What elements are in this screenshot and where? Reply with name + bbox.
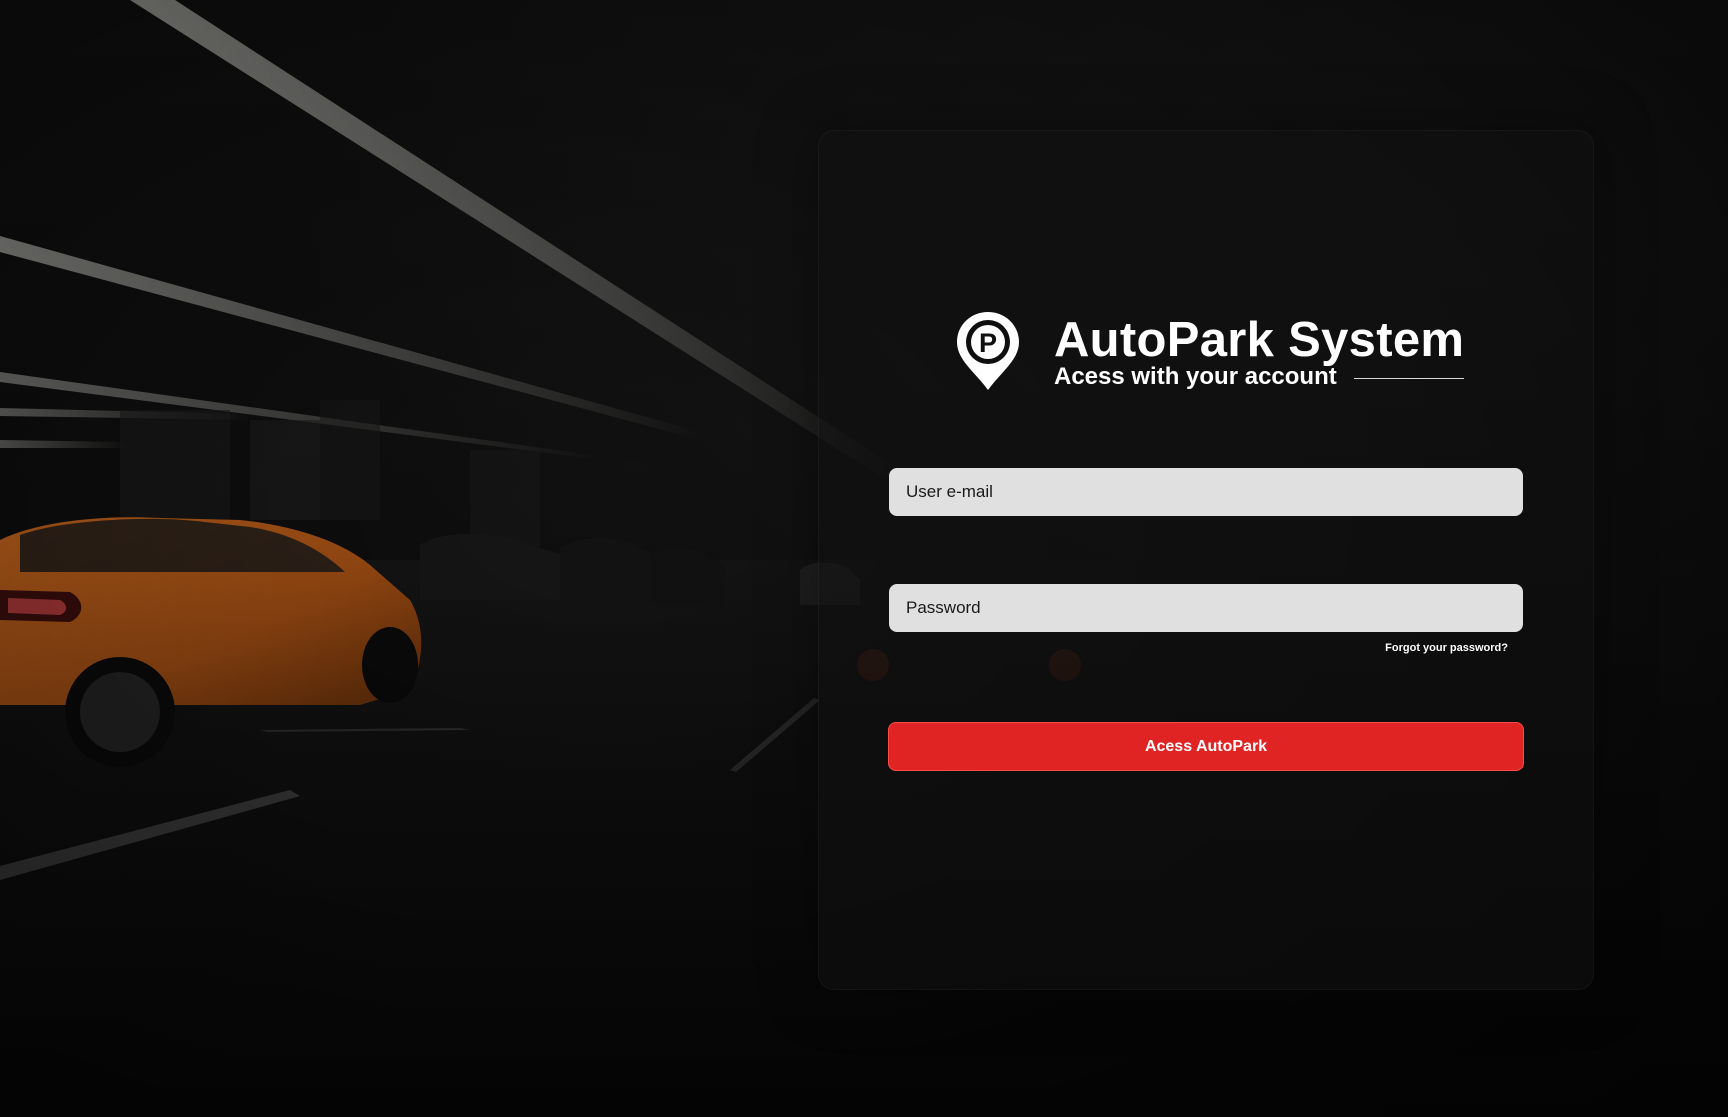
access-button[interactable]: Acess AutoPark bbox=[888, 722, 1524, 771]
subtitle-divider bbox=[1354, 378, 1464, 379]
app-subtitle: Acess with your account bbox=[1054, 363, 1337, 390]
svg-text:P: P bbox=[979, 328, 997, 358]
email-field[interactable] bbox=[889, 468, 1523, 516]
login-card bbox=[818, 130, 1594, 990]
password-field[interactable] bbox=[889, 584, 1523, 632]
brand-header: P AutoPark System Acess with your accoun… bbox=[955, 310, 1475, 400]
login-page: P AutoPark System Acess with your accoun… bbox=[0, 0, 1728, 1117]
app-title: AutoPark System bbox=[1054, 313, 1465, 367]
parking-pin-icon: P bbox=[957, 312, 1019, 390]
forgot-password-link[interactable]: Forgot your password? bbox=[1385, 642, 1508, 654]
